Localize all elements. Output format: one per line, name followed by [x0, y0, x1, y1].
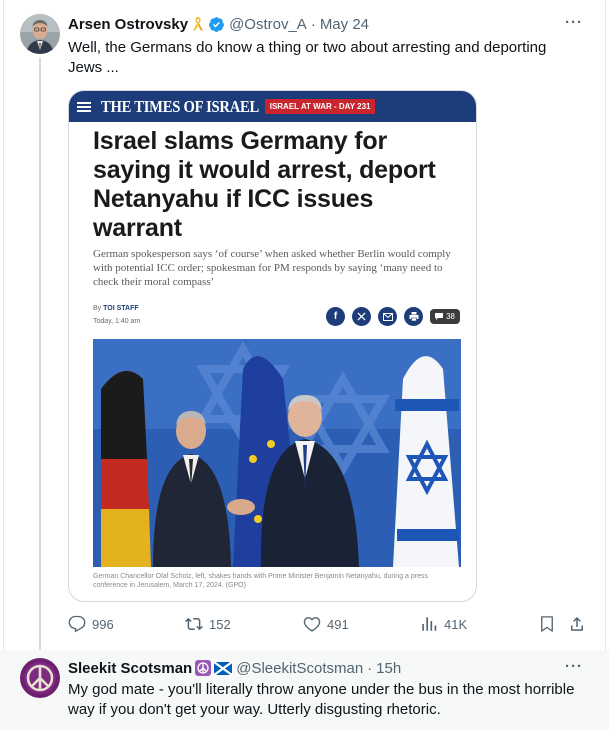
- email-icon: [378, 307, 398, 326]
- photo-caption: German Chancellor Olaf Scholz, left, sha…: [93, 573, 428, 589]
- article-photo: [93, 339, 461, 567]
- reply-count: 996: [92, 616, 114, 632]
- article-subhead: German spokesperson says ‘of course’ whe…: [93, 248, 451, 288]
- reply-icon: [68, 615, 86, 633]
- more-options-button[interactable]: ···: [565, 14, 583, 31]
- scotland-flag-icon: [214, 661, 233, 675]
- reply-avatar[interactable]: [20, 658, 60, 698]
- reply-date[interactable]: 15h: [376, 660, 401, 677]
- tweet[interactable]: Arsen Ostrovsky @Ostrov_A · May 24 ··· W…: [0, 0, 609, 654]
- author-name[interactable]: Arsen Ostrovsky: [68, 16, 188, 33]
- share-button[interactable]: [568, 614, 592, 634]
- repost-button[interactable]: 152: [185, 614, 231, 634]
- hamburger-menu-icon: [77, 101, 91, 112]
- heart-icon: [303, 617, 321, 632]
- reply-author-name[interactable]: Sleekit Scotsman: [68, 660, 192, 677]
- article-headline: Israel slams Germany for saying it would…: [93, 127, 436, 242]
- avatar[interactable]: [20, 14, 60, 54]
- bookmark-button[interactable]: [538, 614, 562, 634]
- facebook-icon: f: [326, 307, 346, 326]
- section-pill: ISRAEL AT WAR - DAY 231: [264, 99, 376, 114]
- comment-count: 38: [446, 312, 455, 321]
- tweet-date[interactable]: May 24: [320, 16, 369, 33]
- reply-tweet[interactable]: Sleekit Scotsman @SleekitScotsman · 15h …: [0, 650, 609, 730]
- tweet-action-bar: 996 152 491 41K: [68, 614, 588, 634]
- reply-author-handle[interactable]: @SleekitScotsman: [236, 660, 363, 677]
- article-dateline: Today, 1:40 am: [93, 318, 141, 325]
- print-icon: [404, 307, 424, 326]
- author-handle[interactable]: @Ostrov_A: [229, 16, 307, 33]
- reply-separator-dot: ·: [367, 659, 373, 677]
- share-icon: [571, 616, 583, 631]
- reply-more-options-button[interactable]: ···: [565, 658, 583, 675]
- article-image-card[interactable]: THE TIMES OF ISRAEL ISRAEL AT WAR - DAY …: [68, 90, 477, 602]
- reply-button[interactable]: 996: [68, 614, 114, 634]
- article-byline: By TOI STAFF: [93, 305, 139, 312]
- view-count: 41K: [444, 616, 468, 632]
- ribbon-icon: [191, 16, 205, 32]
- peace-symbol-icon: [195, 660, 212, 676]
- reply-text: My god mate - you'll literally throw any…: [68, 681, 575, 718]
- views-icon: [422, 617, 437, 631]
- verified-badge-icon: [208, 16, 225, 33]
- repost-count: 152: [209, 616, 231, 632]
- like-button[interactable]: 491: [303, 614, 349, 634]
- article-author: TOI STAFF: [103, 305, 139, 312]
- reply-header: Sleekit Scotsman @SleekitScotsman · 15h: [68, 658, 401, 678]
- separator-dot: ·: [310, 15, 316, 33]
- comments-count-badge: 38: [430, 309, 460, 324]
- comment-bubble-icon: [435, 313, 444, 320]
- tweet-header: Arsen Ostrovsky @Ostrov_A · May 24: [68, 14, 369, 34]
- tweet-text: Well, the Germans do know a thing or two…: [68, 39, 547, 76]
- thread-line: [39, 58, 41, 654]
- bookmark-icon: [541, 616, 553, 632]
- x-icon: [352, 307, 372, 326]
- toi-masthead: THE TIMES OF ISRAEL: [101, 96, 259, 116]
- like-count: 491: [327, 616, 349, 632]
- by-prefix: By: [93, 305, 102, 312]
- share-bar: f 38: [326, 307, 460, 326]
- toi-header-bar: THE TIMES OF ISRAEL ISRAEL AT WAR - DAY …: [69, 91, 476, 122]
- views-button[interactable]: 41K: [420, 614, 467, 634]
- repost-icon: [185, 617, 203, 631]
